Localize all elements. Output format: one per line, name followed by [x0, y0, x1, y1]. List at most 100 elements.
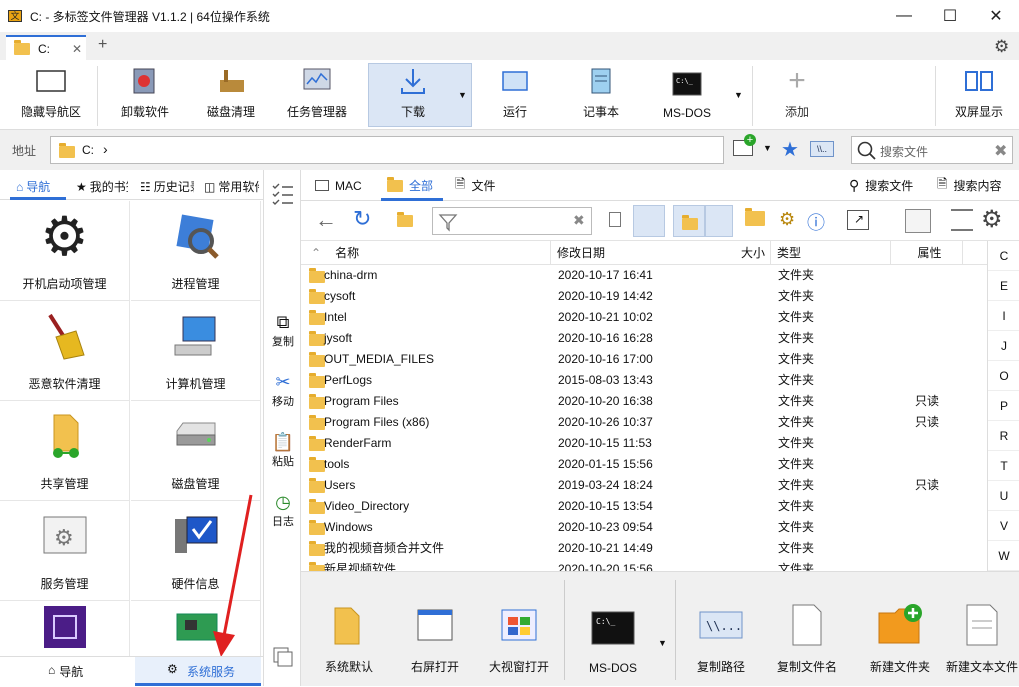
column-attributes[interactable]: 属性 — [891, 241, 963, 265]
filter-input[interactable]: ✖ — [432, 207, 592, 235]
clear-search-icon[interactable]: ✖ — [994, 141, 1007, 161]
blank-file-icon[interactable] — [609, 212, 621, 227]
column-type[interactable]: 类型 — [771, 241, 891, 265]
new-folder-icon[interactable] — [745, 208, 765, 229]
open-external-icon[interactable]: ↗ — [847, 210, 869, 230]
paste-button[interactable]: 📋 粘贴 — [264, 432, 302, 469]
nav-item-disk[interactable]: 磁盘管理 — [131, 401, 261, 501]
favorite-star-icon[interactable]: ★ — [781, 137, 799, 162]
uninstall-button[interactable]: 卸载软件 — [108, 60, 182, 130]
nav-item-cpu[interactable] — [0, 601, 130, 656]
clear-filter-icon[interactable]: ✖ — [573, 212, 585, 229]
open-big-view-button[interactable]: 大视窗打开 — [481, 572, 557, 687]
footer-service-tab[interactable]: ⚙ 系统服务 — [135, 657, 261, 686]
nav-item-services[interactable]: ⚙ 服务管理 — [0, 501, 130, 601]
copy-path-button[interactable]: \\... 复制路径 — [683, 572, 759, 687]
tab-history[interactable]: ☷历史记录 — [140, 178, 194, 195]
new-tab-button[interactable]: + — [98, 36, 107, 54]
drive-button[interactable]: J — [988, 331, 1019, 361]
refresh-icon[interactable]: ↻ — [353, 206, 371, 232]
checklist-icon[interactable] — [264, 182, 302, 206]
hide-nav-button[interactable]: 隐藏导航区 — [14, 60, 88, 130]
table-row[interactable]: Program Files 2020-10-20 16:38 文件夹 只读 — [301, 391, 987, 412]
close-button[interactable]: ✕ — [973, 0, 1019, 32]
menu-lines-icon[interactable] — [951, 209, 973, 231]
drive-button[interactable]: C — [988, 241, 1019, 271]
copy-button[interactable]: ⧉ 复制 — [264, 312, 302, 349]
nav-item-process[interactable]: 进程管理 — [131, 201, 261, 301]
msdos-button[interactable]: C:\_ MS-DOS — [650, 60, 724, 130]
table-row[interactable]: Program Files (x86) 2020-10-26 10:37 文件夹 只读 — [301, 412, 987, 433]
table-row[interactable]: RenderFarm 2020-10-15 11:53 文件夹 — [301, 433, 987, 454]
new-tab-page-icon[interactable]: + — [733, 134, 756, 156]
stack-icon[interactable] — [264, 646, 302, 668]
table-row[interactable]: OUT_MEDIA_FILES 2020-10-16 17:00 文件夹 — [301, 349, 987, 370]
maximize-button[interactable]: ☐ — [927, 0, 973, 32]
tab-c[interactable]: C: ✕ — [6, 35, 86, 60]
drive-button[interactable]: P — [988, 391, 1019, 421]
notepad-button[interactable]: 记事本 — [564, 60, 638, 130]
table-row[interactable]: Users 2019-03-24 18:24 文件夹 只读 — [301, 475, 987, 496]
drive-button[interactable]: I — [988, 301, 1019, 331]
view-folders-button[interactable] — [673, 205, 705, 237]
search-input[interactable]: 搜索文件 ✖ — [851, 136, 1013, 164]
copy-filename-button[interactable]: 复制文件名 — [769, 572, 845, 687]
table-row[interactable]: 新星视频软件 2020-10-20 15:56 文件夹 — [301, 559, 987, 571]
recent-folder-icon[interactable] — [395, 209, 415, 229]
dual-screen-button[interactable]: 双屏显示 — [942, 60, 1016, 130]
open-right-button[interactable]: 右屏打开 — [397, 572, 473, 687]
msdos-bottom-dropdown-icon[interactable]: ▼ — [658, 638, 667, 648]
nav-item-startup[interactable]: ⚙ 开机启动项管理 — [0, 201, 130, 301]
tab-bookmarks[interactable]: ★我的书签 — [76, 178, 128, 195]
tab-all[interactable]: 全部 — [387, 170, 441, 201]
table-row[interactable]: jysoft 2020-10-16 16:28 文件夹 — [301, 328, 987, 349]
download-button[interactable]: 下载 — [376, 60, 450, 130]
nav-item-malware[interactable]: 恶意软件清理 — [0, 301, 130, 401]
drive-button[interactable]: O — [988, 361, 1019, 391]
back-arrow-icon[interactable]: ← — [315, 207, 337, 233]
layout-grid-icon[interactable] — [905, 209, 931, 233]
table-row[interactable]: tools 2020-01-15 15:56 文件夹 — [301, 454, 987, 475]
add-button[interactable]: + 添加 — [760, 60, 834, 130]
column-name[interactable]: ⌃ 名称 — [301, 241, 551, 265]
move-button[interactable]: ✂ 移动 — [264, 372, 302, 409]
tab-mac[interactable]: MAC — [315, 170, 362, 201]
new-folder-button[interactable]: 新建文件夹 — [865, 572, 935, 687]
table-row[interactable]: PerfLogs 2015-08-03 13:43 文件夹 — [301, 370, 987, 391]
tab-search-content[interactable]: 🗎 搜索内容 — [937, 170, 1001, 201]
tab-search-files[interactable]: ⚲ 搜索文件 — [849, 170, 913, 201]
drive-button[interactable]: W — [988, 541, 1019, 571]
table-row[interactable]: Intel 2020-10-21 10:02 文件夹 — [301, 307, 987, 328]
system-default-button[interactable]: 系统默认 — [311, 572, 387, 687]
network-path-icon[interactable]: \\.. — [810, 141, 834, 157]
table-row[interactable]: Video_Directory 2020-10-15 13:54 文件夹 — [301, 496, 987, 517]
task-manager-button[interactable]: 任务管理器 — [280, 60, 354, 130]
tab-navigation[interactable]: ⌂ 导航 — [16, 178, 62, 195]
drive-button[interactable]: U — [988, 481, 1019, 511]
tab-common-software[interactable]: ◫常用软件 — [204, 178, 259, 195]
drive-button[interactable]: R — [988, 421, 1019, 451]
table-row[interactable]: cysoft 2020-10-19 14:42 文件夹 — [301, 286, 987, 307]
drive-button[interactable]: T — [988, 451, 1019, 481]
column-modified[interactable]: 修改日期 — [551, 241, 771, 265]
view-list-button[interactable] — [705, 205, 733, 237]
msdos-dropdown-icon[interactable]: ▼ — [734, 90, 743, 100]
properties-icon[interactable]: ⓘ — [807, 209, 825, 235]
table-row[interactable]: Windows 2020-10-23 09:54 文件夹 — [301, 517, 987, 538]
column-size[interactable]: 大小 — [741, 241, 765, 265]
drive-button[interactable]: E — [988, 271, 1019, 301]
table-row[interactable]: china-drm 2020-10-17 16:41 文件夹 — [301, 265, 987, 286]
folder-settings-icon[interactable]: ⚙ — [779, 209, 795, 230]
new-text-file-button[interactable]: 新建文本文件 — [945, 572, 1019, 687]
nav-item-share[interactable]: 共享管理 — [0, 401, 130, 501]
view-details-button[interactable] — [633, 205, 665, 237]
run-button[interactable]: 运行 — [478, 60, 552, 130]
newtab-dropdown-icon[interactable]: ▼ — [763, 143, 772, 153]
footer-nav-tab[interactable]: ⌂ 导航 — [48, 663, 83, 680]
table-row[interactable]: 我的视频音频合并文件 2020-10-21 14:49 文件夹 — [301, 538, 987, 559]
msdos-bottom-button[interactable]: C:\_ MS-DOS — [575, 572, 651, 687]
drive-button[interactable]: V — [988, 511, 1019, 541]
close-tab-icon[interactable]: ✕ — [72, 42, 82, 56]
address-input[interactable]: C: › — [50, 136, 724, 164]
tab-files[interactable]: 🗎 文件 — [455, 170, 495, 201]
